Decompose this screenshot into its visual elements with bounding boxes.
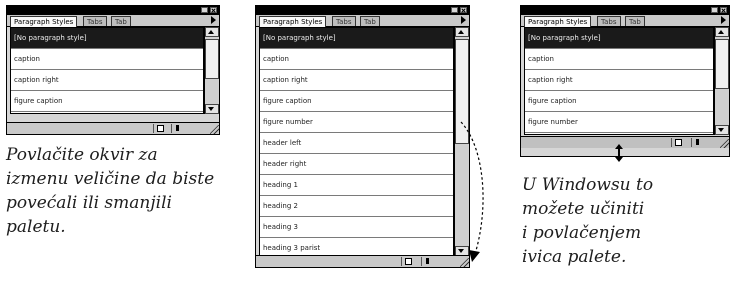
list-item[interactable]: caption (525, 49, 713, 70)
scroll-down-arrow-icon[interactable] (715, 125, 729, 135)
list-item[interactable]: header right (260, 154, 453, 175)
list-item[interactable]: caption (260, 49, 453, 70)
palette-tabs: Paragraph Styles Tabs Tab (521, 15, 729, 27)
tab-tabs[interactable]: Tabs (332, 16, 356, 26)
list-item[interactable]: [No paragraph style] (525, 28, 713, 49)
tab-tab[interactable]: Tab (625, 16, 645, 26)
list-item[interactable]: heading 1 (260, 175, 453, 196)
list-item[interactable]: figure number (260, 112, 453, 133)
scroll-up-arrow-icon[interactable] (205, 27, 219, 37)
caption-line: i povlačenjem (522, 223, 642, 243)
paragraph-styles-palette-windows: Paragraph Styles Tabs Tab [No paragraph … (520, 5, 730, 157)
list-item[interactable]: figure caption (11, 91, 203, 112)
scroll-up-arrow-icon[interactable] (455, 27, 469, 37)
caption-right: U Windowsu to možete učiniti i povlačenj… (522, 173, 653, 269)
palette-bottom-bar (7, 122, 219, 134)
list-item[interactable]: [No paragraph style] (11, 28, 203, 49)
tab-tab[interactable]: Tab (111, 16, 131, 26)
vertical-scrollbar[interactable] (204, 27, 219, 114)
styles-list: [No paragraph style] caption caption rig… (524, 27, 714, 135)
paragraph-styles-palette-tall: Paragraph Styles Tabs Tab [No paragraph … (255, 5, 470, 268)
close-icon[interactable] (720, 7, 727, 13)
new-style-icon[interactable] (153, 124, 165, 133)
tab-tabs[interactable]: Tabs (597, 16, 621, 26)
caption-line: paletu. (6, 217, 66, 237)
palette-menu-arrow-icon[interactable] (461, 16, 466, 24)
vertical-resize-arrows-icon (615, 144, 623, 162)
caption-line: Povlačite okvir za (6, 145, 158, 165)
new-style-icon[interactable] (671, 138, 683, 147)
list-item[interactable]: [No paragraph style] (260, 28, 453, 49)
palette-titlebar[interactable] (7, 6, 219, 15)
close-icon[interactable] (210, 7, 217, 13)
new-style-icon[interactable] (401, 257, 413, 266)
list-item[interactable]: caption right (525, 70, 713, 91)
caption-left: Povlačite okvir za izmenu veličine da bi… (6, 143, 214, 239)
caption-line: U Windowsu to (522, 175, 654, 195)
minimize-icon[interactable] (201, 7, 208, 13)
palette-titlebar[interactable] (256, 6, 469, 15)
list-item[interactable]: figure caption (260, 91, 453, 112)
list-item[interactable]: caption (11, 49, 203, 70)
caption-line: povećali ili smanjili (6, 193, 172, 213)
trash-icon[interactable] (421, 257, 433, 266)
palette-tabs: Paragraph Styles Tabs Tab (7, 15, 219, 27)
list-item[interactable]: heading 3 (260, 217, 453, 238)
minimize-icon[interactable] (711, 7, 718, 13)
styles-list: [No paragraph style] caption caption rig… (259, 27, 454, 256)
curved-drag-arrow (460, 121, 484, 262)
list-item[interactable]: caption right (11, 70, 203, 91)
palette-tabs: Paragraph Styles Tabs Tab (256, 15, 469, 27)
list-item[interactable]: caption right (260, 70, 453, 91)
paragraph-styles-palette-small: Paragraph Styles Tabs Tab [No paragraph … (6, 5, 220, 135)
caption-line: ivica palete. (522, 247, 627, 267)
list-item[interactable]: figure caption (525, 91, 713, 112)
tab-tab[interactable]: Tab (360, 16, 380, 26)
tab-paragraph-styles[interactable]: Paragraph Styles (10, 16, 78, 27)
palette-titlebar[interactable] (521, 6, 729, 15)
scroll-down-arrow-icon[interactable] (205, 104, 219, 114)
scroll-thumb[interactable] (205, 39, 219, 79)
resize-grip-icon[interactable] (720, 139, 729, 148)
list-item[interactable]: header left (260, 133, 453, 154)
caption-line: izmenu veličine da biste (6, 169, 215, 189)
palette-bottom-bar (521, 136, 729, 148)
scroll-thumb[interactable] (715, 39, 729, 89)
resize-grip-icon[interactable] (210, 125, 219, 134)
styles-list: [No paragraph style] caption caption rig… (10, 27, 204, 114)
close-icon[interactable] (460, 7, 467, 13)
palette-menu-arrow-icon[interactable] (211, 16, 216, 24)
list-item[interactable]: figure number (525, 112, 713, 133)
tab-paragraph-styles[interactable]: Paragraph Styles (259, 16, 327, 27)
tab-tabs[interactable]: Tabs (83, 16, 107, 26)
list-item[interactable]: heading 3 parist (260, 238, 453, 255)
minimize-icon[interactable] (451, 7, 458, 13)
palette-menu-arrow-icon[interactable] (721, 16, 726, 24)
vertical-scrollbar[interactable] (714, 27, 729, 135)
palette-bottom-bar (256, 255, 469, 267)
trash-icon[interactable] (691, 138, 703, 147)
list-item[interactable]: heading 2 (260, 196, 453, 217)
scroll-up-arrow-icon[interactable] (715, 27, 729, 37)
caption-line: možete učiniti (522, 199, 645, 219)
tab-paragraph-styles[interactable]: Paragraph Styles (524, 16, 592, 27)
trash-icon[interactable] (171, 124, 183, 133)
